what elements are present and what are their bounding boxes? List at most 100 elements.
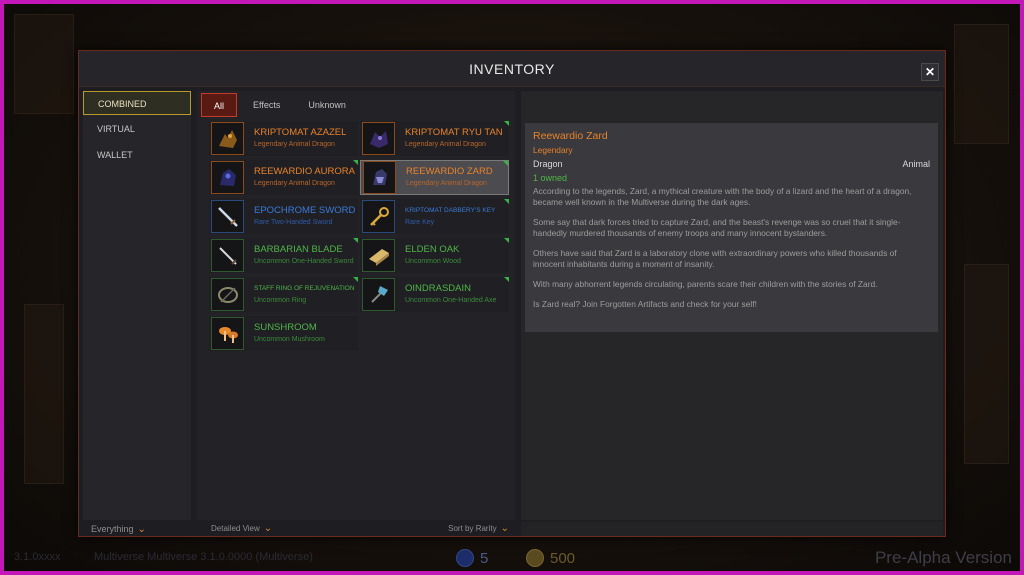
item-grid: KRIPTOMAT AZAZEL Legendary Animal Dragon… <box>209 121 509 351</box>
item-name: SUNSHROOM <box>254 322 317 333</box>
item-card[interactable]: KRIPTOMAT RYU TAN Legendary Animal Drago… <box>360 121 509 156</box>
gem-count: 5 <box>480 549 489 567</box>
coin-icon <box>526 549 544 567</box>
tab-unknown[interactable]: Unknown <box>296 93 358 117</box>
tab-bar: All Effects Unknown <box>201 93 358 117</box>
view-mode-dropdown[interactable]: Detailed View ⌄ <box>211 522 272 536</box>
detail-paragraph: Some say that dark forces tried to captu… <box>533 217 901 238</box>
hud-left-text: 3.1.0xxxx <box>14 551 61 563</box>
detail-paragraph: Others have said that Zard is a laborato… <box>533 248 897 269</box>
dragon-icon <box>211 161 244 194</box>
owned-count: 1 owned <box>533 173 568 183</box>
window-title: INVENTORY <box>79 51 945 87</box>
detail-types: Dragon Animal <box>533 159 930 170</box>
item-subtitle: Rare Two-Handed Sword <box>254 219 333 226</box>
filter-dropdown-label: Everything <box>91 524 134 534</box>
inventory-window: INVENTORY ✕ COMBINED VIRTUAL WALLET Ever… <box>78 50 946 537</box>
version-label: Pre-Alpha Version <box>874 548 1012 567</box>
bottom-hud: 3.1.0xxxx Multiverse Multiverse 3.1.0.00… <box>4 535 1020 571</box>
gem-counter: 5 <box>456 549 488 567</box>
new-indicator-icon <box>353 277 358 282</box>
sidebar-item-combined[interactable]: COMBINED <box>83 91 191 115</box>
item-subtitle: Uncommon One-Handed Sword <box>254 258 354 265</box>
dragon-icon <box>211 122 244 155</box>
item-name: REEWARDIO ZARD <box>406 166 493 177</box>
sword-icon <box>211 200 244 233</box>
sort-dropdown[interactable]: Sort by Rarity ⌄ <box>448 522 509 536</box>
item-card[interactable]: OINDRASDAIN Uncommon One-Handed Axe <box>360 277 509 312</box>
new-indicator-icon <box>504 121 509 126</box>
item-subtitle: Uncommon Mushroom <box>254 336 325 343</box>
detail-paragraph: Is Zard real? Join Forgotten Artifacts a… <box>533 299 757 309</box>
item-card[interactable]: SUNSHROOM Uncommon Mushroom <box>209 316 358 351</box>
item-card[interactable]: KRIPTOMAT AZAZEL Legendary Animal Dragon <box>209 121 358 156</box>
dragon-icon <box>362 122 395 155</box>
item-subtitle: Uncommon One-Handed Axe <box>405 297 497 304</box>
item-card[interactable]: KRIPTOMAT DABBERY'S KEY Rare Key <box>360 199 509 234</box>
axe-icon <box>362 278 395 311</box>
sidebar-item-virtual[interactable]: VIRTUAL <box>83 117 191 141</box>
background-decor <box>24 304 64 484</box>
new-indicator-icon <box>503 161 508 166</box>
hud-mid-text: Multiverse Multiverse 3.1.0.0000 (Multiv… <box>94 551 313 563</box>
detail-title: Reewardio Zard <box>533 130 608 142</box>
background-decor <box>964 264 1009 464</box>
coin-count: 500 <box>550 549 576 567</box>
tab-all[interactable]: All <box>201 93 238 117</box>
wood-plank-icon <box>362 239 395 272</box>
item-name: REEWARDIO AURORA <box>254 166 355 177</box>
dragon-icon <box>363 161 396 194</box>
item-name: KRIPTOMAT DABBERY'S KEY <box>405 207 496 214</box>
item-card-selected[interactable]: REEWARDIO ZARD Legendary Animal Dragon <box>360 160 509 195</box>
item-card[interactable]: ELDEN OAK Uncommon Wood <box>360 238 509 273</box>
sort-label: Sort by Rarity <box>448 524 497 533</box>
chevron-down-icon: ⌄ <box>500 523 509 534</box>
filter-dropdown[interactable]: Everything ⌄ <box>83 522 191 536</box>
game-screen: INVENTORY ✕ COMBINED VIRTUAL WALLET Ever… <box>4 4 1020 571</box>
new-indicator-icon <box>353 238 358 243</box>
sidebar: COMBINED VIRTUAL WALLET <box>83 91 191 520</box>
background-decor <box>14 14 74 114</box>
item-name: STAFF RING OF REJUVENATION <box>254 285 355 292</box>
item-card[interactable]: REEWARDIO AURORA Legendary Animal Dragon <box>209 160 358 195</box>
detail-rarity: Legendary <box>533 145 573 155</box>
item-subtitle: Rare Key <box>405 219 435 226</box>
new-indicator-icon <box>504 277 509 282</box>
list-footer: Detailed View ⌄ Sort by Rarity ⌄ <box>197 522 515 536</box>
item-name: EPOCHROME SWORD <box>254 205 356 216</box>
item-list-panel: All Effects Unknown KRIPTOMAT AZAZEL Leg… <box>197 91 515 520</box>
item-name: KRIPTOMAT AZAZEL <box>254 127 347 138</box>
item-subtitle: Uncommon Wood <box>405 258 461 265</box>
item-card[interactable]: EPOCHROME SWORD Rare Two-Handed Sword <box>209 199 358 234</box>
tab-effects[interactable]: Effects <box>241 93 292 117</box>
sidebar-item-wallet[interactable]: WALLET <box>83 143 191 167</box>
mushroom-icon <box>211 317 244 350</box>
chevron-down-icon: ⌄ <box>263 523 273 534</box>
detail-type-right: Animal <box>902 159 930 169</box>
item-subtitle: Legendary Animal Dragon <box>405 141 486 148</box>
new-indicator-icon <box>504 199 509 204</box>
coin-counter: 500 <box>526 549 575 567</box>
item-name: BARBARIAN BLADE <box>254 244 343 255</box>
item-card[interactable]: BARBARIAN BLADE Uncommon One-Handed Swor… <box>209 238 358 273</box>
new-indicator-icon <box>353 160 358 165</box>
chevron-down-icon: ⌄ <box>137 524 146 535</box>
detail-paragraph: With many abhorrent legends circulating,… <box>533 279 878 289</box>
close-button[interactable]: ✕ <box>921 63 939 81</box>
item-subtitle: Legendary Animal Dragon <box>406 180 487 187</box>
item-name: OINDRASDAIN <box>405 283 471 294</box>
item-card[interactable]: STAFF RING OF REJUVENATION Uncommon Ring <box>209 277 358 312</box>
detail-type-left: Dragon <box>533 159 563 169</box>
item-subtitle: Uncommon Ring <box>254 297 307 304</box>
background-decor <box>954 24 1009 144</box>
blade-icon <box>211 239 244 272</box>
detail-footer <box>521 522 943 536</box>
item-name: ELDEN OAK <box>405 244 460 255</box>
item-subtitle: Legendary Animal Dragon <box>254 141 335 148</box>
detail-paragraph: According to the legends, Zard, a mythic… <box>533 186 912 207</box>
item-subtitle: Legendary Animal Dragon <box>254 180 335 187</box>
view-mode-label: Detailed View <box>211 524 260 533</box>
gem-icon <box>456 549 474 567</box>
new-indicator-icon <box>504 238 509 243</box>
ring-icon <box>211 278 244 311</box>
